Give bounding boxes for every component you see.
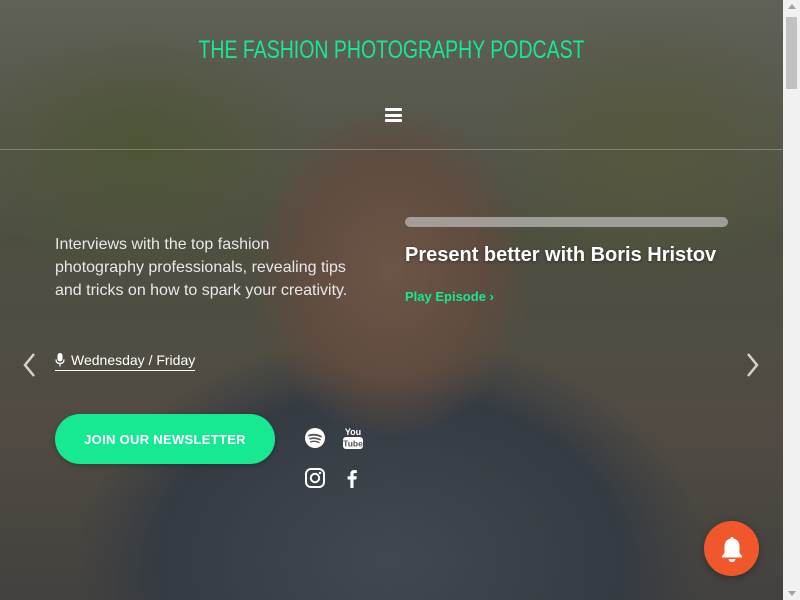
hamburger-menu-icon[interactable] bbox=[385, 108, 402, 122]
slider-prev-arrow-icon[interactable] bbox=[22, 352, 36, 378]
episode-title[interactable]: Present better with Boris Hristov bbox=[405, 244, 716, 267]
notification-bell-button[interactable] bbox=[704, 521, 759, 576]
instagram-icon[interactable] bbox=[304, 467, 326, 489]
spotify-icon[interactable] bbox=[304, 427, 326, 449]
play-episode-link[interactable]: Play Episode › bbox=[405, 289, 494, 304]
microphone-icon bbox=[55, 353, 65, 367]
page-scrollbar[interactable] bbox=[783, 0, 800, 600]
join-newsletter-button[interactable]: JOIN OUR NEWSLETTER bbox=[55, 414, 275, 464]
episode-progress-bar[interactable] bbox=[405, 217, 728, 227]
slider-next-arrow-icon[interactable] bbox=[746, 352, 760, 378]
schedule-days: Wednesday / Friday bbox=[71, 352, 196, 368]
header-divider bbox=[0, 149, 783, 150]
youtube-icon[interactable]: You Tube bbox=[342, 426, 364, 450]
scroll-down-arrow-icon[interactable] bbox=[788, 591, 796, 596]
play-episode-label: Play Episode bbox=[405, 289, 486, 304]
svg-text:You: You bbox=[345, 427, 361, 437]
schedule-label: Wednesday / Friday bbox=[55, 352, 196, 371]
scroll-up-arrow-icon[interactable] bbox=[788, 4, 796, 9]
facebook-icon[interactable] bbox=[341, 467, 363, 489]
podcast-tagline: Interviews with the top fashion photogra… bbox=[55, 236, 348, 299]
chevron-right-icon: › bbox=[489, 289, 494, 304]
svg-text:Tube: Tube bbox=[343, 439, 363, 449]
scrollbar-thumb[interactable] bbox=[786, 17, 797, 89]
site-title[interactable]: THE FASHION PHOTOGRAPHY PODCAST bbox=[86, 36, 697, 65]
bell-icon bbox=[721, 536, 742, 562]
